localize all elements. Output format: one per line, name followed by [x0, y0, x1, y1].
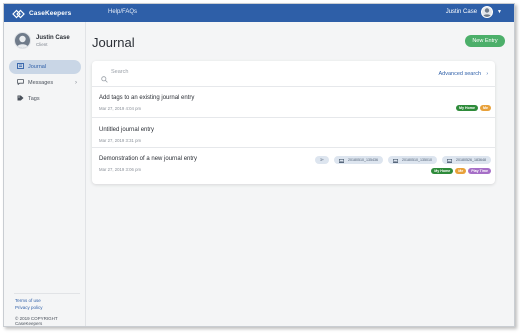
- image-icon: [447, 158, 453, 164]
- top-bar: CaseKeepers Help/FAQs Justin Case ▼: [4, 4, 514, 22]
- page-title: Journal: [92, 35, 135, 50]
- advanced-search-link[interactable]: Advanced search: [439, 71, 482, 77]
- tag-badge[interactable]: Me: [455, 168, 467, 174]
- attachment-label: 20180526_183648: [456, 158, 486, 162]
- attachment-chip[interactable]: 20180510_135010: [388, 156, 438, 164]
- new-entry-button[interactable]: New Entry: [465, 35, 505, 47]
- entry-tags: My Home Me: [454, 105, 491, 111]
- chat-icon: [16, 79, 24, 87]
- attachment-label: 20180510_135436: [348, 158, 379, 162]
- entry-title: Untitled journal entry: [99, 127, 155, 133]
- entry-title: Add tags to an existing journal entry: [99, 95, 195, 101]
- app-name: CaseKeepers: [29, 9, 72, 17]
- chevron-right-icon: ›: [486, 71, 488, 77]
- chevron-down-icon: ▼: [497, 9, 502, 15]
- entry-tags: My Home Me Play Time: [429, 168, 491, 174]
- profile-name: Justin Case: [36, 34, 70, 41]
- terms-of-use-link[interactable]: Terms of use: [15, 298, 41, 303]
- main-content: Journal New Entry Advanced search › Add …: [86, 22, 514, 326]
- entry-date: Mar 27, 2019 3:06 pm: [99, 167, 142, 172]
- copyright-text: © 2019 COPYRIGHT CaseKeepers: [15, 316, 58, 326]
- journal-card: Advanced search › Add tags to an existin…: [92, 61, 495, 184]
- attachment-chip[interactable]: 20180510_135436: [334, 156, 384, 164]
- book-icon: [16, 63, 24, 71]
- tag-icon: [16, 95, 24, 103]
- tag-badge[interactable]: Play Time: [468, 168, 491, 174]
- entry-date: Mar 27, 2019 4:04 pm: [99, 106, 142, 111]
- attachment-chips: 3+ 20180510_135436 20180510_135010 20180…: [310, 156, 491, 164]
- image-icon: [339, 158, 345, 164]
- privacy-policy-link[interactable]: Privacy policy: [15, 305, 43, 310]
- sidebar-item-journal[interactable]: Journal: [9, 60, 81, 74]
- user-menu[interactable]: Justin Case ▼: [446, 6, 502, 18]
- sidebar-item-label: Journal: [28, 64, 47, 70]
- search-input[interactable]: [111, 69, 311, 75]
- sidebar: Justin Case Client Journal Messages › Ta…: [4, 22, 86, 326]
- casekeepers-logo-icon: [12, 7, 25, 19]
- search-icon: [101, 70, 108, 83]
- help-faqs-link[interactable]: Help/FAQs: [108, 9, 137, 15]
- app-window: CaseKeepers Help/FAQs Justin Case ▼ Just…: [3, 3, 515, 327]
- search-bar: Advanced search ›: [92, 61, 495, 87]
- logo[interactable]: CaseKeepers: [12, 7, 71, 19]
- sidebar-item-label: Tags: [28, 96, 40, 102]
- image-icon: [393, 158, 399, 164]
- avatar: [481, 6, 494, 18]
- tag-badge[interactable]: My Home: [431, 168, 454, 174]
- attachment-label: 20180510_135010: [402, 158, 433, 162]
- list-item[interactable]: Untitled journal entry Mar 27, 2019 3:31…: [92, 118, 495, 148]
- avatar: [14, 32, 31, 49]
- entry-date: Mar 27, 2019 3:31 pm: [99, 138, 142, 143]
- entry-title: Demonstration of a new journal entry: [99, 156, 198, 162]
- attachment-chip[interactable]: 20180526_183648: [442, 156, 491, 164]
- chevron-right-icon: ›: [75, 80, 77, 86]
- sidebar-item-label: Messages: [28, 80, 54, 86]
- more-attachments-chip[interactable]: 3+: [314, 156, 330, 164]
- tag-badge[interactable]: Me: [480, 105, 491, 111]
- sidebar-item-tags[interactable]: Tags: [9, 92, 81, 106]
- list-item[interactable]: Add tags to an existing journal entry Ma…: [92, 87, 495, 118]
- list-item[interactable]: Demonstration of a new journal entry Mar…: [92, 148, 495, 184]
- profile-card: Justin Case Client: [14, 32, 70, 49]
- profile-role: Client: [36, 41, 48, 47]
- user-name: Justin Case: [445, 9, 478, 15]
- tag-badge[interactable]: My Home: [456, 105, 478, 111]
- sidebar-item-messages[interactable]: Messages ›: [9, 76, 81, 90]
- sidebar-divider: [14, 293, 80, 294]
